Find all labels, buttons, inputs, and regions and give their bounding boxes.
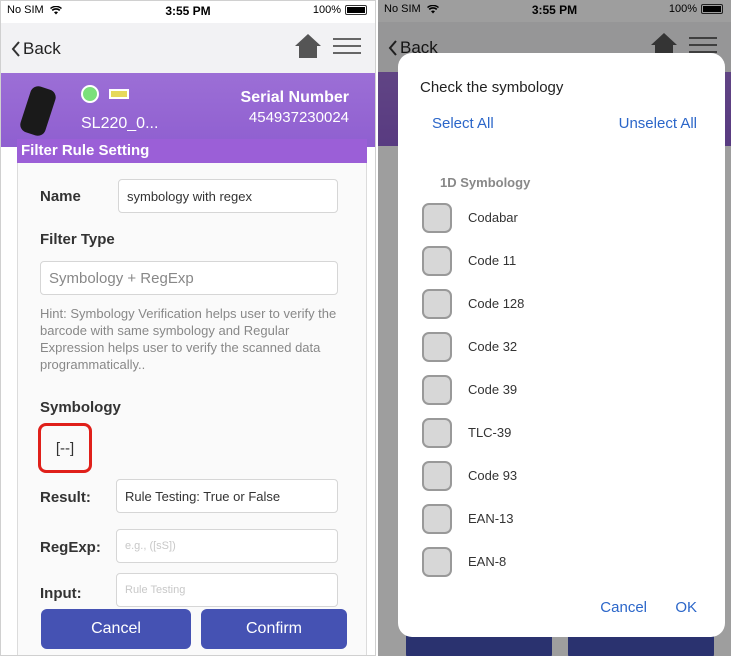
checkbox[interactable]	[422, 288, 452, 319]
list-item[interactable]: Code 11	[422, 239, 524, 282]
item-label: Code 93	[468, 468, 518, 483]
select-all-button[interactable]: Select All	[432, 115, 494, 132]
dialog-title: Check the symbology	[420, 79, 564, 96]
symbology-dialog: Check the symbology Select All Unselect …	[398, 53, 725, 637]
dialog-ok-button[interactable]: OK	[675, 599, 697, 616]
input-label: Input:	[40, 585, 82, 602]
device-header: SL220_0... Serial Number 454937230024	[1, 73, 375, 147]
filter-type-label: Filter Type	[40, 231, 115, 248]
dialog-cancel-button[interactable]: Cancel	[600, 599, 647, 616]
list-item[interactable]: Code 93	[422, 454, 524, 497]
checkbox[interactable]	[422, 374, 452, 405]
group-label: 1D Symbology	[440, 175, 531, 190]
battery-percent: 100%	[312, 4, 341, 16]
checkbox[interactable]	[422, 460, 452, 491]
item-label: Code 39	[468, 382, 518, 397]
list-item[interactable]: Code 128	[422, 282, 524, 325]
list-item[interactable]: TLC-39	[422, 411, 524, 454]
checkbox[interactable]	[422, 202, 452, 233]
filter-rule-form: Name symbology with regex Filter Type Sy…	[17, 163, 367, 655]
menu-icon[interactable]	[333, 33, 361, 57]
item-label: EAN-13	[468, 511, 514, 526]
list-item[interactable]: EAN-13	[422, 497, 524, 540]
confirm-button[interactable]: Confirm	[201, 609, 347, 649]
result-field: Rule Testing: True or False	[116, 479, 338, 513]
list-item[interactable]: Code 32	[422, 325, 524, 368]
name-field[interactable]: symbology with regex	[118, 179, 338, 213]
checkbox[interactable]	[422, 245, 452, 276]
item-label: Code 32	[468, 339, 518, 354]
filter-type-field[interactable]: Symbology + RegExp	[40, 261, 338, 295]
battery-icon	[345, 5, 367, 15]
item-label: Codabar	[468, 210, 518, 225]
cancel-button[interactable]: Cancel	[41, 609, 191, 649]
unselect-all-button[interactable]: Unselect All	[619, 115, 697, 132]
checkbox[interactable]	[422, 417, 452, 448]
hint-text: Hint: Symbology Verification helps user …	[40, 306, 337, 372]
name-row: Name symbology with regex	[40, 179, 338, 213]
checkbox[interactable]	[422, 503, 452, 534]
nav-bar: Back	[1, 23, 375, 73]
symbology-list: Codabar Code 11 Code 128 Code 32 Code 39…	[422, 196, 524, 583]
item-label: Code 11	[468, 253, 517, 268]
status-led-icon	[81, 85, 99, 103]
home-icon[interactable]	[293, 31, 323, 61]
result-label: Result:	[40, 489, 91, 506]
serial-value: 454937230024	[248, 109, 349, 126]
symbology-label: Symbology	[40, 399, 121, 416]
item-label: TLC-39	[468, 425, 512, 440]
status-bar: No SIM 3:55 PM 100%	[1, 1, 375, 23]
regexp-label: RegExp:	[40, 539, 101, 556]
regexp-field[interactable]: e.g., ([sS])	[116, 529, 338, 563]
checkbox[interactable]	[422, 331, 452, 362]
list-item[interactable]: Code 39	[422, 368, 524, 411]
item-label: Code 128	[468, 296, 525, 311]
list-item[interactable]: Codabar	[422, 196, 524, 239]
back-button[interactable]: Back	[11, 39, 61, 59]
name-label: Name	[40, 187, 81, 205]
checkbox[interactable]	[422, 546, 452, 577]
back-label: Back	[23, 39, 61, 58]
right-screen: No SIM 3:55 PM 100% Back Check the symbo…	[378, 0, 731, 656]
section-title: Filter Rule Setting	[17, 139, 367, 163]
symbology-selector[interactable]: [--]	[38, 423, 92, 473]
serial-label: Serial Number	[240, 89, 349, 106]
left-screen: No SIM 3:55 PM 100% Back SL220_0... Seri…	[0, 0, 376, 656]
battery-indicator-icon	[109, 89, 129, 99]
item-label: EAN-8	[468, 554, 507, 569]
device-name: SL220_0...	[81, 115, 159, 132]
back-chevron-icon	[11, 41, 20, 57]
list-item[interactable]: EAN-8	[422, 540, 524, 583]
scanner-icon	[18, 84, 58, 138]
input-field[interactable]: Rule Testing	[116, 573, 338, 607]
